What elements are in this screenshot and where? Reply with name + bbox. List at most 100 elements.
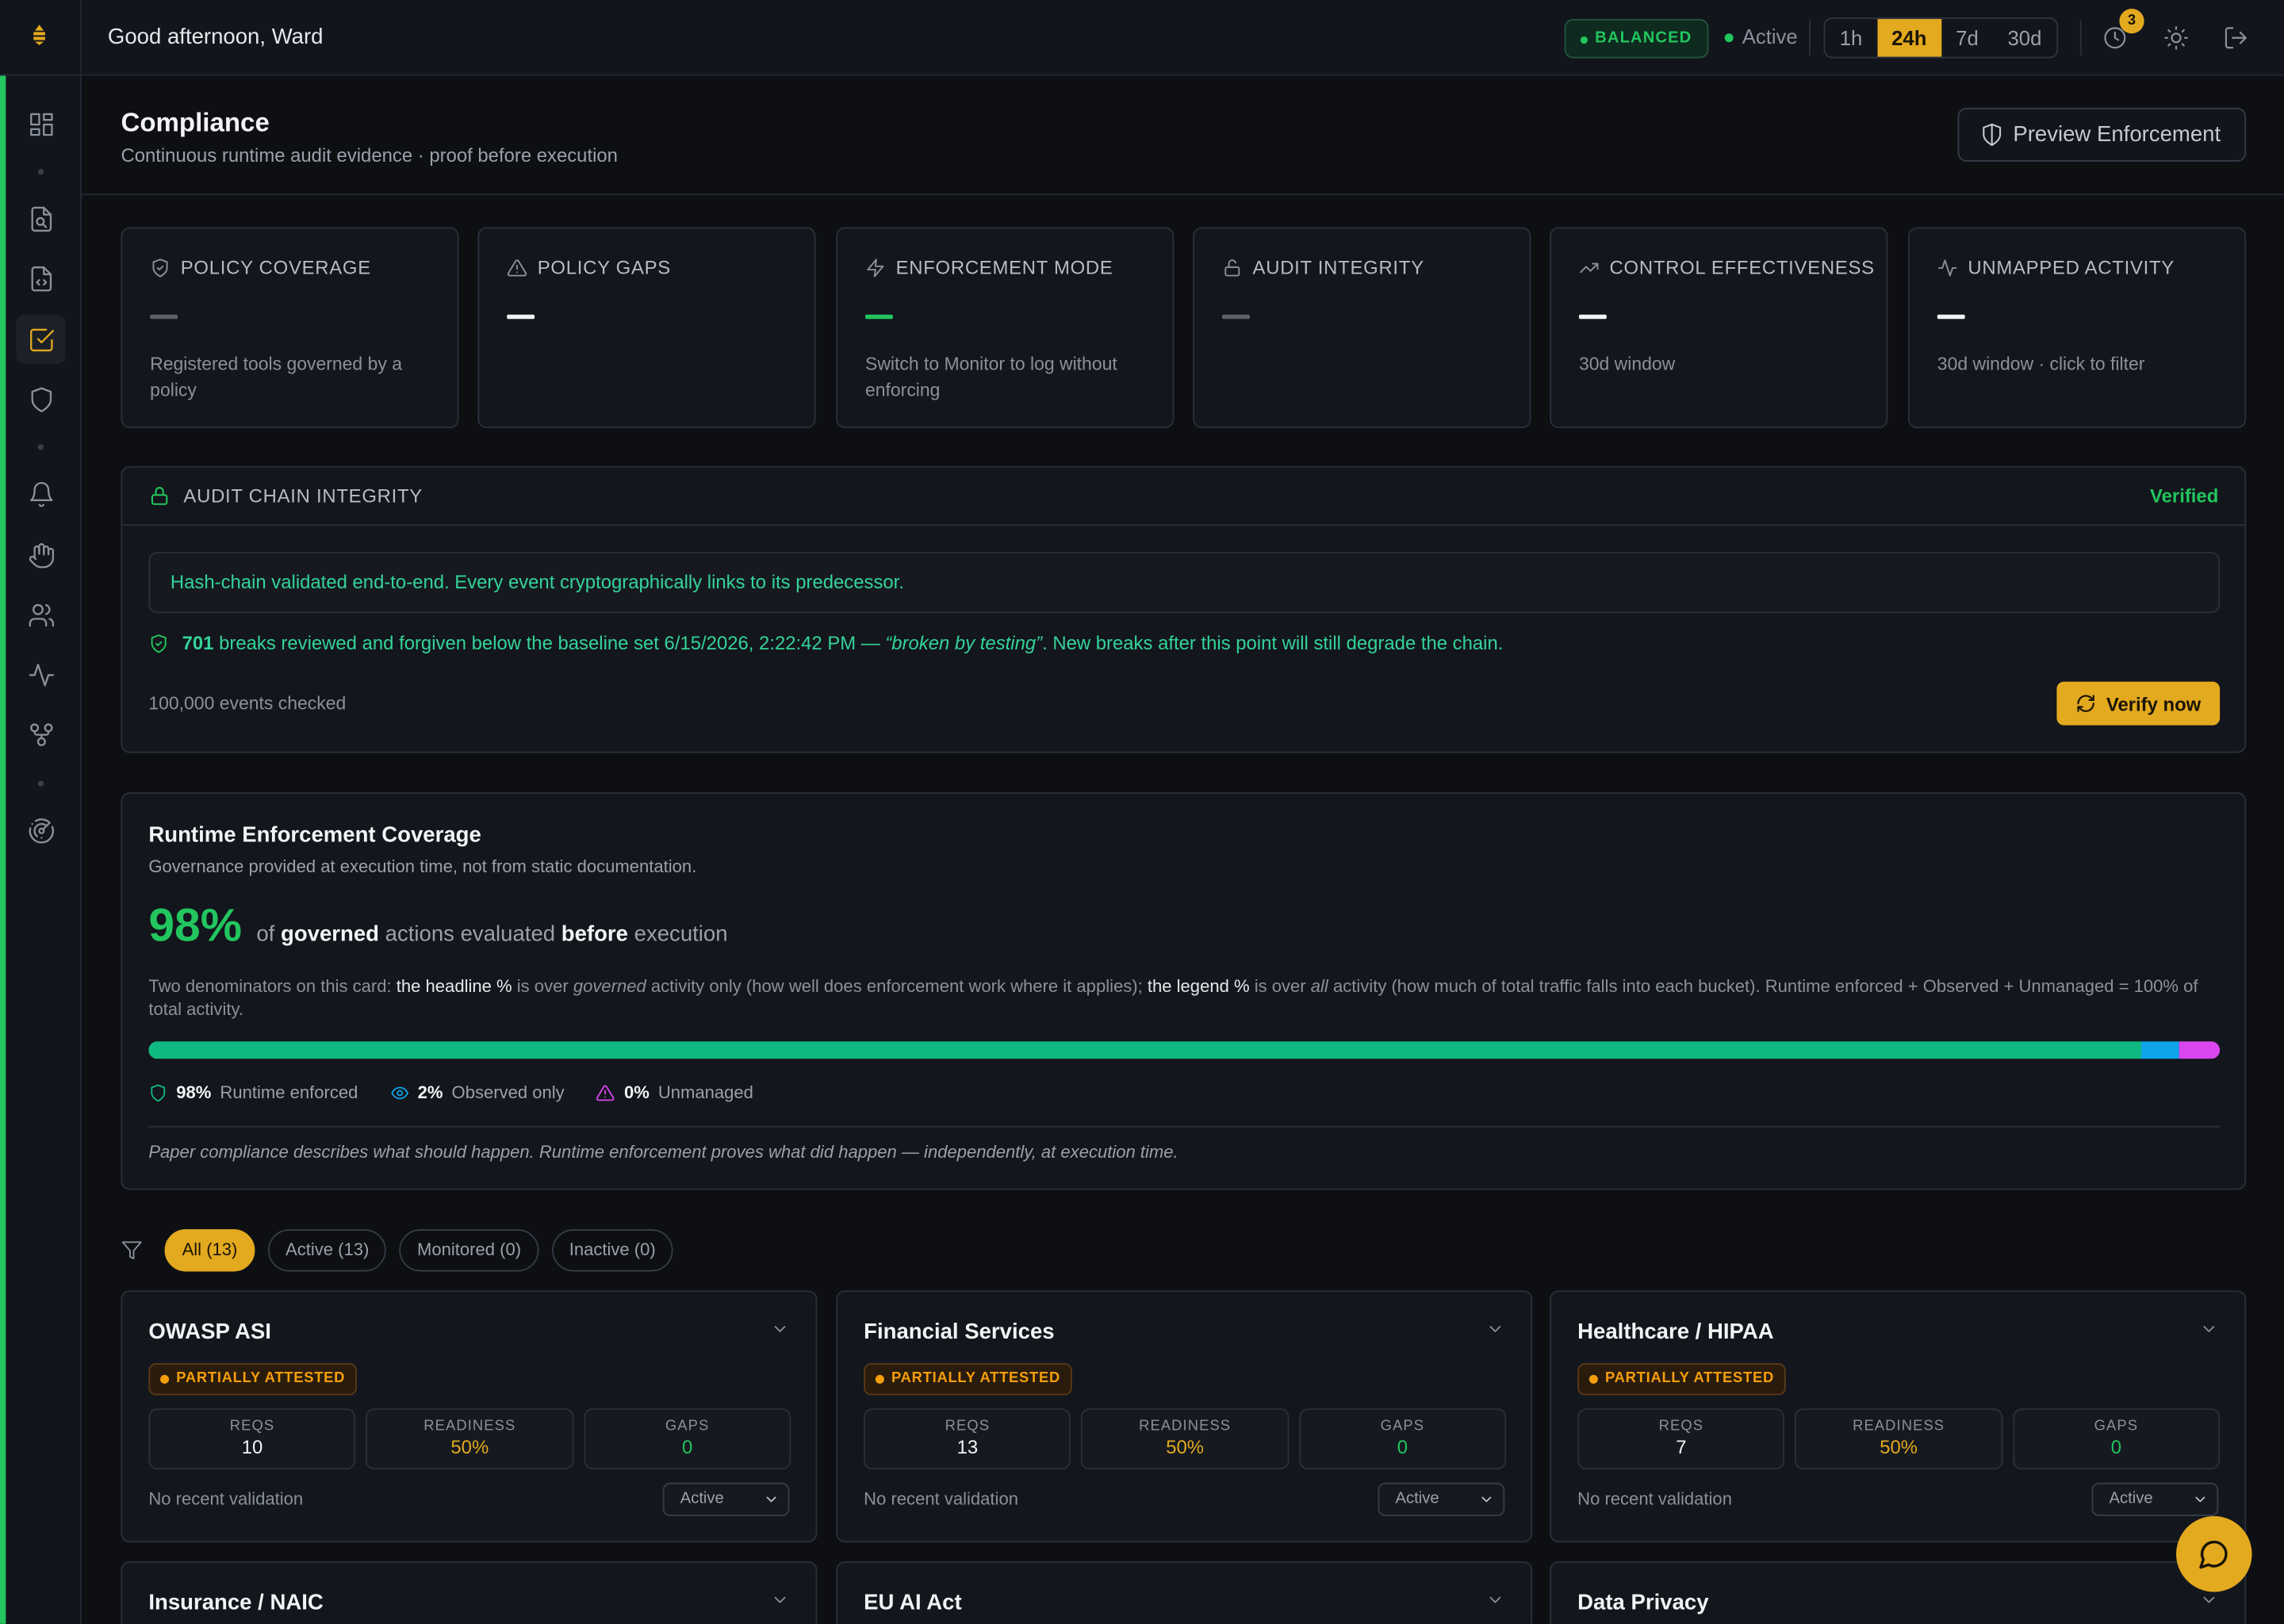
sidebar-item-users[interactable]	[16, 590, 65, 639]
verify-now-button[interactable]: Verify now	[2056, 681, 2221, 726]
legend-item-observed-only: 2% Observed only	[390, 1082, 565, 1102]
stat-card-policy-coverage: POLICY COVERAGE Registered tools governed…	[121, 227, 459, 428]
coverage-legend: 98% Runtime enforced 2% Observed only 0% Unma…	[148, 1082, 753, 1102]
framework-card[interactable]: Insurance / NAIC	[121, 1561, 818, 1624]
sidebar-item-activity[interactable]	[16, 649, 65, 699]
refresh-icon	[2077, 695, 2094, 712]
framework-name: Data Privacy	[1577, 1590, 1709, 1615]
filter-all[interactable]: All (13)	[164, 1229, 255, 1272]
expand-button[interactable]	[2199, 1320, 2218, 1339]
metric-reqs: REQS 13	[864, 1408, 1071, 1470]
framework-card[interactable]: Data Privacy	[1550, 1561, 2247, 1624]
filter-icon	[121, 1241, 142, 1260]
shield-check-icon	[152, 258, 168, 277]
trending-up-icon	[1580, 262, 1599, 273]
framework-state-select[interactable]: Active	[1378, 1482, 1505, 1517]
divider	[148, 1125, 2221, 1128]
attestation-badge: PARTIALLY ATTESTED	[1577, 1363, 1786, 1396]
bell-icon	[29, 481, 52, 507]
framework-state-select[interactable]: Active	[662, 1482, 790, 1517]
expl-part: the headline %	[396, 975, 512, 997]
mode-badge[interactable]: BALANCED	[1564, 18, 1708, 59]
metric-reqs: REQS 10	[148, 1408, 356, 1470]
chevron-down-icon	[774, 1596, 786, 1603]
sidebar-item-approvals[interactable]	[16, 530, 65, 580]
users-icon	[28, 603, 54, 626]
sidebar-item-compliance[interactable]	[16, 314, 66, 365]
preview-enforcement-label: Preview Enforcement	[2013, 122, 2221, 147]
stat-card-unmapped-activity[interactable]: UNMAPPED ACTIVITY 30d window · click to f…	[1908, 227, 2247, 428]
app-root: Good afternoon, Ward BALANCED Active 1h …	[0, 0, 2284, 1624]
filter-active[interactable]: Active (13)	[267, 1229, 387, 1272]
framework-name: Insurance / NAIC	[148, 1590, 324, 1615]
expand-button[interactable]	[1485, 1591, 1504, 1610]
sidebar-item-workflows[interactable]	[16, 709, 65, 758]
radar-icon	[28, 818, 54, 843]
coverage-bar-segment-runtime-enforced	[148, 1041, 2141, 1059]
framework-card[interactable]: Financial Services PARTIALLY ATTESTED REQS…	[836, 1290, 1533, 1543]
theme-toggle-button[interactable]	[2160, 22, 2192, 54]
framework-card[interactable]: OWASP ASI PARTIALLY ATTESTED REQS 10 READINE…	[121, 1290, 818, 1543]
expand-button[interactable]	[2199, 1591, 2218, 1610]
framework-metrics: REQS 7 READINESS 50% GAPS 0	[1577, 1408, 2221, 1470]
expand-button[interactable]	[1485, 1320, 1504, 1339]
stat-card-value	[1578, 314, 1607, 320]
expand-button[interactable]	[771, 1320, 790, 1339]
lock-icon	[151, 487, 168, 505]
metric-gaps: GAPS 0	[583, 1408, 791, 1470]
expand-button[interactable]	[771, 1591, 790, 1610]
divider	[2079, 20, 2082, 56]
metric-label: READINESS	[1139, 1418, 1232, 1435]
filter-monitored[interactable]: Monitored (0)	[399, 1229, 539, 1272]
framework-card[interactable]: EU AI Act	[836, 1561, 1533, 1624]
check-square-icon	[29, 327, 54, 351]
sidebar-item-security[interactable]	[16, 374, 65, 423]
metric-label: GAPS	[665, 1418, 710, 1435]
stat-card-desc: 30d window · click to filter	[1937, 354, 2145, 375]
time-range-30d[interactable]: 30d	[1993, 19, 2056, 57]
sidebar-item-radar[interactable]	[16, 806, 65, 855]
hand-icon	[28, 542, 54, 568]
time-range-24h[interactable]: 24h	[1876, 18, 1941, 57]
chevron-down-icon	[1489, 1596, 1501, 1603]
expl-part: Two denominators on this card:	[148, 975, 392, 997]
sidebar-item-policies[interactable]	[16, 254, 65, 303]
notification-count-badge: 3	[2119, 9, 2144, 34]
stat-card-value	[1937, 314, 1965, 320]
sidebar-item-dashboard[interactable]	[16, 99, 65, 148]
time-range-selector[interactable]: 1h 24h 7d 30d	[1823, 17, 2058, 59]
metric-value: 0	[1397, 1435, 1408, 1458]
select-value: Active	[2109, 1489, 2153, 1507]
sidebar-separator-dot	[37, 169, 44, 175]
stat-card-header: POLICY GAPS	[507, 256, 671, 278]
audit-chain-header: AUDIT CHAIN INTEGRITY Verified	[122, 468, 2245, 527]
framework-metrics: REQS 13 READINESS 50% GAPS 0	[864, 1408, 1507, 1470]
framework-name: OWASP ASI	[148, 1320, 271, 1345]
coverage-bar	[148, 1041, 2221, 1059]
time-range-7d[interactable]: 7d	[1941, 19, 1993, 57]
breaks-reason: “broken by testing”	[885, 632, 1043, 654]
time-range-1h[interactable]: 1h	[1825, 19, 1876, 57]
metric-value: 50%	[450, 1435, 489, 1458]
sidebar-item-tool-registry[interactable]	[16, 193, 65, 243]
coverage-headline: 98% of governed actions evaluated before…	[148, 898, 727, 952]
chevron-down-icon	[766, 1496, 776, 1503]
sidebar-item-alerts[interactable]	[16, 469, 65, 518]
filter-inactive[interactable]: Inactive (0)	[551, 1229, 673, 1272]
framework-card[interactable]: Healthcare / HIPAA PARTIALLY ATTESTED REQS…	[1550, 1290, 2247, 1543]
metric-label: READINESS	[1853, 1418, 1945, 1435]
preview-enforcement-button[interactable]: Preview Enforcement	[1957, 107, 2247, 162]
logo-icon[interactable]	[22, 17, 57, 52]
metric-label: GAPS	[2094, 1418, 2139, 1435]
chat-button[interactable]	[2176, 1516, 2252, 1592]
expl-part: is over	[516, 975, 569, 997]
stat-card-value	[507, 314, 535, 320]
audit-chain-panel: AUDIT CHAIN INTEGRITY Verified Hash-chai…	[121, 465, 2247, 753]
metric-value: 50%	[1880, 1435, 1918, 1458]
metric-readiness: READINESS 50%	[366, 1408, 574, 1470]
breaks-text-part: breaks reviewed and forgiven below the b…	[219, 632, 880, 654]
logout-button[interactable]	[2220, 22, 2251, 54]
expl-part: all	[1310, 975, 1328, 997]
eye-icon	[390, 1086, 408, 1099]
framework-state-select[interactable]: Active	[2091, 1482, 2219, 1517]
